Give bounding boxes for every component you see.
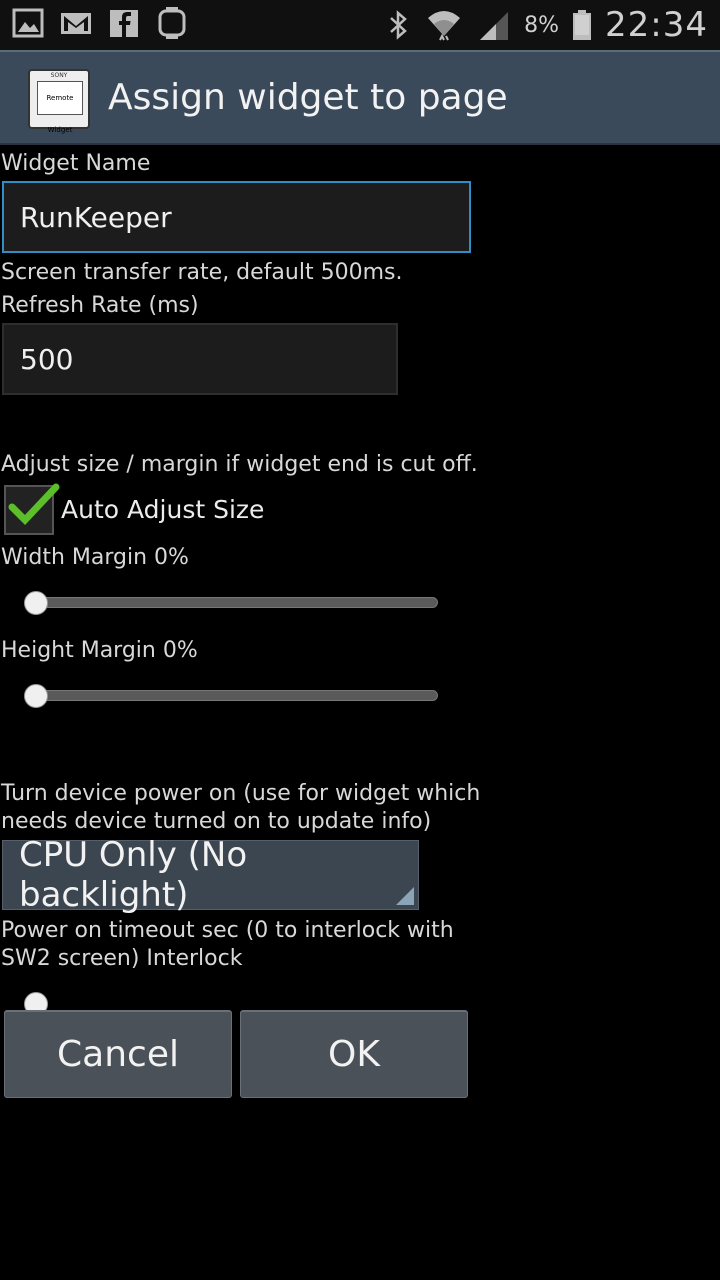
app-icon-text: Remote Widget xyxy=(37,81,83,134)
title-bar: SONY Remote Widget Assign widget to page xyxy=(0,50,720,145)
width-margin-slider-thumb[interactable] xyxy=(24,591,48,615)
checkmark-icon xyxy=(8,483,60,526)
gallery-icon xyxy=(12,8,44,38)
battery-icon xyxy=(573,10,592,40)
refresh-hint: Screen transfer rate, default 500ms. xyxy=(1,260,403,285)
battery-percent: 8% xyxy=(524,12,560,38)
app-icon-brand: SONY xyxy=(50,72,68,79)
system-icons: 8% 22:34 xyxy=(386,0,708,50)
power-mode-selected: CPU Only (No backlight) xyxy=(19,835,248,915)
clock: 22:34 xyxy=(605,5,708,45)
height-margin-slider-thumb[interactable] xyxy=(24,684,48,708)
bluetooth-icon xyxy=(390,10,407,40)
smartwatch-icon xyxy=(158,7,186,39)
timeout-label-line1: Power on timeout sec (0 to interlock wit… xyxy=(1,918,454,943)
width-margin-label: Width Margin 0% xyxy=(1,545,189,570)
auto-adjust-label: Auto Adjust Size xyxy=(61,495,265,524)
cancel-button[interactable]: Cancel xyxy=(4,1010,232,1098)
timeout-label-line2: SW2 screen) Interlock xyxy=(1,946,243,971)
app-icon: SONY Remote Widget xyxy=(28,69,90,134)
signal-icon xyxy=(480,12,509,40)
height-margin-slider-track[interactable] xyxy=(30,690,438,701)
facebook-icon xyxy=(110,10,138,37)
adjust-hint: Adjust size / margin if widget end is cu… xyxy=(1,452,478,477)
ok-button[interactable]: OK xyxy=(240,1010,468,1098)
auto-adjust-checkbox[interactable] xyxy=(4,483,60,535)
page-title: Assign widget to page xyxy=(108,77,508,118)
wifi-icon xyxy=(428,11,461,41)
status-bar: 8% 22:34 xyxy=(0,0,720,50)
widget-name-input[interactable]: RunKeeper xyxy=(2,181,471,253)
power-mode-dropdown[interactable]: CPU Only (No backlight) xyxy=(2,835,419,915)
notification-icons xyxy=(12,6,188,40)
width-margin-slider-track[interactable] xyxy=(30,597,438,608)
power-hint-line1: Turn device power on (use for widget whi… xyxy=(1,781,481,806)
widget-name-label: Widget Name xyxy=(1,151,151,176)
refresh-rate-label: Refresh Rate (ms) xyxy=(1,293,199,318)
refresh-rate-input[interactable]: 500 xyxy=(2,323,398,395)
height-margin-label: Height Margin 0% xyxy=(1,638,198,663)
power-hint-line2: needs device turned on to update info) xyxy=(1,809,432,834)
dropdown-corner-icon xyxy=(396,887,414,905)
gmail-icon xyxy=(61,13,91,34)
